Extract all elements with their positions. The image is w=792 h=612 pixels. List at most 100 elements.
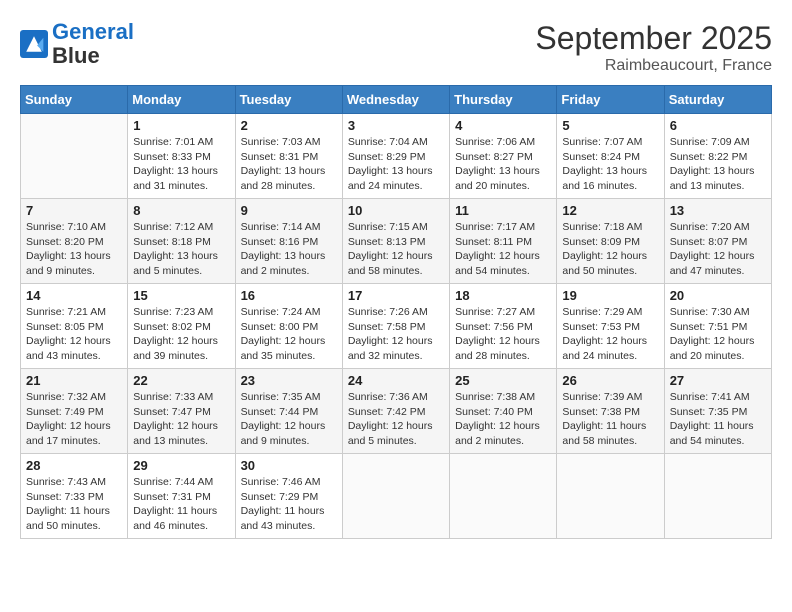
- day-number: 14: [26, 288, 122, 303]
- day-info: Sunrise: 7:39 AMSunset: 7:38 PMDaylight:…: [562, 390, 658, 449]
- day-number: 22: [133, 373, 229, 388]
- day-number: 27: [670, 373, 766, 388]
- calendar-cell: [664, 454, 771, 539]
- calendar-week-1: 1 Sunrise: 7:01 AMSunset: 8:33 PMDaylight…: [21, 114, 772, 199]
- day-number: 6: [670, 118, 766, 133]
- calendar-cell: 19 Sunrise: 7:29 AMSunset: 7:53 PMDayligh…: [557, 284, 664, 369]
- day-info: Sunrise: 7:29 AMSunset: 7:53 PMDaylight:…: [562, 305, 658, 364]
- calendar-body: 1 Sunrise: 7:01 AMSunset: 8:33 PMDaylight…: [21, 114, 772, 539]
- day-number: 28: [26, 458, 122, 473]
- calendar-cell: 9 Sunrise: 7:14 AMSunset: 8:16 PMDaylight…: [235, 199, 342, 284]
- day-info: Sunrise: 7:01 AMSunset: 8:33 PMDaylight:…: [133, 135, 229, 194]
- calendar-cell: 16 Sunrise: 7:24 AMSunset: 8:00 PMDayligh…: [235, 284, 342, 369]
- header-thursday: Thursday: [450, 86, 557, 114]
- day-number: 10: [348, 203, 444, 218]
- logo: General Blue: [20, 20, 134, 68]
- logo-text: General Blue: [52, 20, 134, 68]
- header-saturday: Saturday: [664, 86, 771, 114]
- calendar-cell: 14Sunrise: 7:21 AMSunset: 8:05 PMDayligh…: [21, 284, 128, 369]
- calendar-cell: 12 Sunrise: 7:18 AMSunset: 8:09 PMDayligh…: [557, 199, 664, 284]
- calendar-cell: 21Sunrise: 7:32 AMSunset: 7:49 PMDayligh…: [21, 369, 128, 454]
- day-info: Sunrise: 7:10 AMSunset: 8:20 PMDaylight:…: [26, 220, 122, 279]
- day-number: 12: [562, 203, 658, 218]
- calendar-cell: 1 Sunrise: 7:01 AMSunset: 8:33 PMDaylight…: [128, 114, 235, 199]
- calendar-cell: 7 Sunrise: 7:10 AMSunset: 8:20 PMDaylight…: [21, 199, 128, 284]
- day-number: 16: [241, 288, 337, 303]
- day-number: 15: [133, 288, 229, 303]
- calendar-cell: 4Sunrise: 7:06 AMSunset: 8:27 PMDaylight…: [450, 114, 557, 199]
- day-info: Sunrise: 7:33 AMSunset: 7:47 PMDaylight:…: [133, 390, 229, 449]
- day-number: 1: [133, 118, 229, 133]
- calendar-cell: 23 Sunrise: 7:35 AMSunset: 7:44 PMDayligh…: [235, 369, 342, 454]
- day-number: 23: [241, 373, 337, 388]
- calendar-cell: [21, 114, 128, 199]
- calendar-cell: 2Sunrise: 7:03 AMSunset: 8:31 PMDaylight…: [235, 114, 342, 199]
- calendar-week-3: 14Sunrise: 7:21 AMSunset: 8:05 PMDayligh…: [21, 284, 772, 369]
- day-number: 20: [670, 288, 766, 303]
- day-number: 29: [133, 458, 229, 473]
- calendar-cell: 5 Sunrise: 7:07 AMSunset: 8:24 PMDaylight…: [557, 114, 664, 199]
- day-number: 4: [455, 118, 551, 133]
- day-number: 3: [348, 118, 444, 133]
- day-number: 24: [348, 373, 444, 388]
- calendar-cell: 17 Sunrise: 7:26 AMSunset: 7:58 PMDayligh…: [342, 284, 449, 369]
- header-tuesday: Tuesday: [235, 86, 342, 114]
- day-number: 9: [241, 203, 337, 218]
- day-info: Sunrise: 7:12 AMSunset: 8:18 PMDaylight:…: [133, 220, 229, 279]
- calendar-cell: 25 Sunrise: 7:38 AMSunset: 7:40 PMDayligh…: [450, 369, 557, 454]
- calendar-week-5: 28 Sunrise: 7:43 AMSunset: 7:33 PMDayligh…: [21, 454, 772, 539]
- day-info: Sunrise: 7:27 AMSunset: 7:56 PMDaylight:…: [455, 305, 551, 364]
- calendar-table: Sunday Monday Tuesday Wednesday Thursday…: [20, 85, 772, 539]
- calendar-cell: 18 Sunrise: 7:27 AMSunset: 7:56 PMDayligh…: [450, 284, 557, 369]
- calendar-cell: 3 Sunrise: 7:04 AMSunset: 8:29 PMDaylight…: [342, 114, 449, 199]
- day-number: 7: [26, 203, 122, 218]
- day-info: Sunrise: 7:43 AMSunset: 7:33 PMDaylight:…: [26, 475, 122, 534]
- title-block: September 2025 Raimbeaucourt, France: [535, 20, 772, 75]
- day-number: 30: [241, 458, 337, 473]
- day-info: Sunrise: 7:23 AMSunset: 8:02 PMDaylight:…: [133, 305, 229, 364]
- day-number: 18: [455, 288, 551, 303]
- day-number: 19: [562, 288, 658, 303]
- calendar-cell: 22 Sunrise: 7:33 AMSunset: 7:47 PMDayligh…: [128, 369, 235, 454]
- day-info: Sunrise: 7:24 AMSunset: 8:00 PMDaylight:…: [241, 305, 337, 364]
- day-info: Sunrise: 7:14 AMSunset: 8:16 PMDaylight:…: [241, 220, 337, 279]
- calendar-header: Sunday Monday Tuesday Wednesday Thursday…: [21, 86, 772, 114]
- day-info: Sunrise: 7:15 AMSunset: 8:13 PMDaylight:…: [348, 220, 444, 279]
- calendar-cell: 15 Sunrise: 7:23 AMSunset: 8:02 PMDayligh…: [128, 284, 235, 369]
- calendar-cell: [557, 454, 664, 539]
- day-info: Sunrise: 7:17 AMSunset: 8:11 PMDaylight:…: [455, 220, 551, 279]
- day-info: Sunrise: 7:07 AMSunset: 8:24 PMDaylight:…: [562, 135, 658, 194]
- day-info: Sunrise: 7:32 AMSunset: 7:49 PMDaylight:…: [26, 390, 122, 449]
- calendar-cell: 28 Sunrise: 7:43 AMSunset: 7:33 PMDayligh…: [21, 454, 128, 539]
- day-info: Sunrise: 7:41 AMSunset: 7:35 PMDaylight:…: [670, 390, 766, 449]
- day-info: Sunrise: 7:04 AMSunset: 8:29 PMDaylight:…: [348, 135, 444, 194]
- header-sunday: Sunday: [21, 86, 128, 114]
- calendar-cell: 8Sunrise: 7:12 AMSunset: 8:18 PMDaylight…: [128, 199, 235, 284]
- day-number: 13: [670, 203, 766, 218]
- day-info: Sunrise: 7:09 AMSunset: 8:22 PMDaylight:…: [670, 135, 766, 194]
- calendar-cell: [450, 454, 557, 539]
- calendar-cell: 27 Sunrise: 7:41 AMSunset: 7:35 PMDayligh…: [664, 369, 771, 454]
- day-number: 5: [562, 118, 658, 133]
- calendar-cell: [342, 454, 449, 539]
- calendar-cell: 6 Sunrise: 7:09 AMSunset: 8:22 PMDaylight…: [664, 114, 771, 199]
- month-title: September 2025: [535, 20, 772, 57]
- day-info: Sunrise: 7:35 AMSunset: 7:44 PMDaylight:…: [241, 390, 337, 449]
- calendar-cell: 11 Sunrise: 7:17 AMSunset: 8:11 PMDayligh…: [450, 199, 557, 284]
- day-info: Sunrise: 7:18 AMSunset: 8:09 PMDaylight:…: [562, 220, 658, 279]
- day-number: 17: [348, 288, 444, 303]
- calendar-cell: 30Sunrise: 7:46 AMSunset: 7:29 PMDayligh…: [235, 454, 342, 539]
- day-info: Sunrise: 7:44 AMSunset: 7:31 PMDaylight:…: [133, 475, 229, 534]
- header-friday: Friday: [557, 86, 664, 114]
- calendar-cell: 29 Sunrise: 7:44 AMSunset: 7:31 PMDayligh…: [128, 454, 235, 539]
- day-number: 25: [455, 373, 551, 388]
- day-number: 2: [241, 118, 337, 133]
- header-row: Sunday Monday Tuesday Wednesday Thursday…: [21, 86, 772, 114]
- header-wednesday: Wednesday: [342, 86, 449, 114]
- day-number: 11: [455, 203, 551, 218]
- calendar-week-4: 21Sunrise: 7:32 AMSunset: 7:49 PMDayligh…: [21, 369, 772, 454]
- day-info: Sunrise: 7:38 AMSunset: 7:40 PMDaylight:…: [455, 390, 551, 449]
- calendar-cell: 20Sunrise: 7:30 AMSunset: 7:51 PMDayligh…: [664, 284, 771, 369]
- day-info: Sunrise: 7:26 AMSunset: 7:58 PMDaylight:…: [348, 305, 444, 364]
- calendar-week-2: 7 Sunrise: 7:10 AMSunset: 8:20 PMDaylight…: [21, 199, 772, 284]
